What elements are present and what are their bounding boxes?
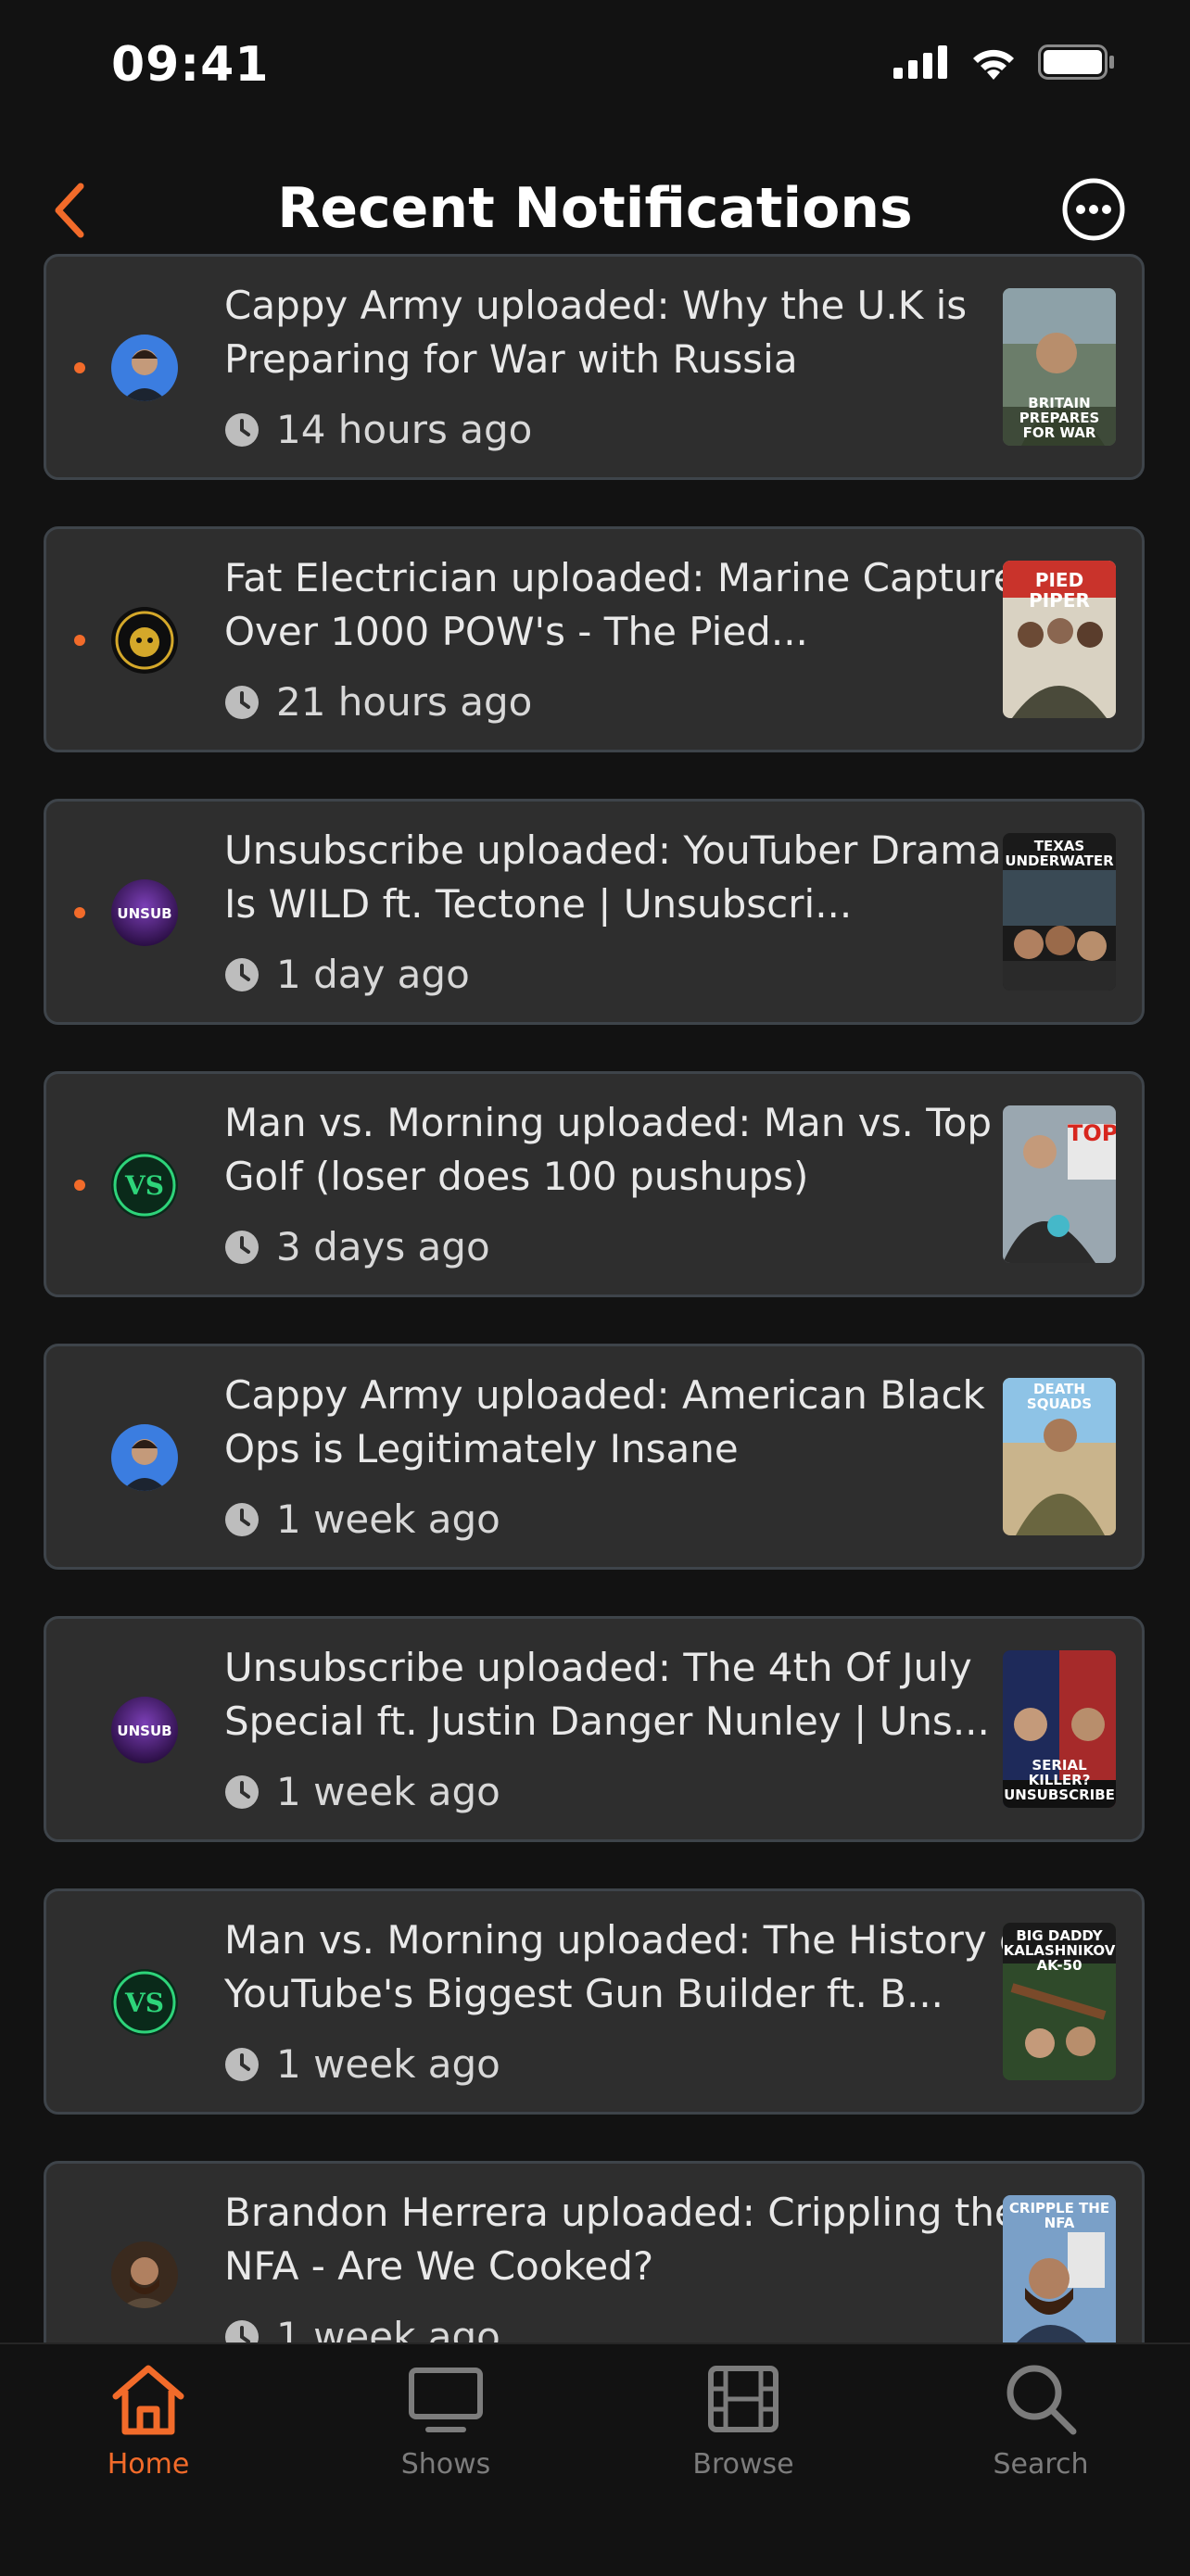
clock-icon (225, 1774, 259, 1809)
tab-home[interactable]: Home (56, 2357, 241, 2481)
svg-text:UNSUB: UNSUB (117, 1723, 171, 1739)
notifications-list[interactable]: Cappy Army uploaded: Why the U.K is Prep… (0, 250, 1190, 2342)
svg-text:VS: VS (124, 1988, 164, 2018)
clock-icon (225, 957, 259, 991)
notification-title: Cappy Army uploaded: American Black Ops … (224, 1372, 985, 1471)
notification-title: Man vs. Morning uploaded: Man vs. Top Go… (224, 1100, 993, 1199)
notification-title: Brandon Herrera uploaded: Crippling the … (224, 2190, 1019, 2289)
video-thumbnail[interactable]: PIED PIPER (1003, 561, 1116, 718)
notification-card[interactable]: Cappy Army uploaded: American Black Ops … (44, 1344, 1145, 1570)
tab-browse[interactable]: Browse (651, 2357, 836, 2481)
unread-indicator (74, 635, 85, 646)
clock-icon (225, 1502, 259, 1536)
cellular-signal-icon (893, 45, 947, 79)
notification-time: 1 day ago (224, 952, 470, 997)
notification-time: 21 hours ago (224, 679, 532, 725)
wifi-icon (973, 49, 1014, 80)
notification-title: Man vs. Morning uploaded: The History of… (224, 1917, 1037, 2016)
channel-avatar: VS (111, 1969, 178, 2036)
more-options-button[interactable] (1049, 165, 1138, 254)
home-icon (112, 2365, 184, 2435)
tab-label: Search (993, 2448, 1089, 2481)
film-icon (708, 2366, 779, 2432)
notification-card[interactable]: VS Man vs. Morning uploaded: Man vs. Top… (44, 1071, 1145, 1297)
clock-icon (225, 2319, 259, 2342)
tab-search[interactable]: Search (948, 2357, 1133, 2481)
video-thumbnail[interactable]: CRIPPLE THE NFA (1003, 2195, 1116, 2342)
notification-title: Unsubscribe uploaded: The 4th Of July Sp… (224, 1645, 990, 1744)
status-bar: 09:41 (0, 0, 1190, 139)
notification-time: 1 week ago (224, 2041, 500, 2087)
video-thumbnail[interactable]: TEXAS UNDERWATER (1003, 833, 1116, 991)
notification-card[interactable]: Brandon Herrera uploaded: Crippling the … (44, 2161, 1145, 2342)
video-thumbnail[interactable]: BIG DADDY KALASHNIKOV AK-50 (1003, 1923, 1116, 2080)
svg-text:VS: VS (124, 1170, 164, 1201)
video-thumbnail[interactable]: BRITAIN PREPARES FOR WAR (1003, 288, 1116, 446)
notification-time: 1 week ago (224, 1769, 500, 1814)
search-icon (1006, 2365, 1077, 2435)
notification-card[interactable]: Fat Electrician uploaded: Marine Capture… (44, 526, 1145, 752)
clock-icon (225, 1230, 259, 1264)
notification-time: 3 days ago (224, 1224, 490, 1269)
channel-avatar: UNSUB (111, 1697, 178, 1763)
notification-card[interactable]: Cappy Army uploaded: Why the U.K is Prep… (44, 254, 1145, 480)
tab-bar: Home Shows Browse Search (0, 2342, 1190, 2576)
channel-avatar (111, 607, 178, 674)
clock-icon (225, 412, 259, 447)
channel-avatar (111, 1424, 178, 1491)
channel-avatar: UNSUB (111, 879, 178, 946)
notification-title: Unsubscribe uploaded: YouTuber Drama Is … (224, 827, 1002, 927)
video-thumbnail[interactable]: DEATH SQUADS (1003, 1378, 1116, 1535)
notification-card[interactable]: VS Man vs. Morning uploaded: The History… (44, 1888, 1145, 2115)
notification-time: 1 week ago (224, 2314, 500, 2342)
monitor-icon (409, 2368, 483, 2432)
notification-title: Fat Electrician uploaded: Marine Capture… (224, 555, 1038, 654)
channel-avatar (111, 335, 178, 401)
status-time: 09:41 (111, 37, 270, 93)
channel-avatar (111, 2241, 178, 2308)
channel-avatar: VS (111, 1152, 178, 1219)
svg-text:UNSUB: UNSUB (117, 905, 171, 922)
unread-indicator (74, 1180, 85, 1191)
more-options-icon (1062, 178, 1125, 241)
unread-indicator (74, 907, 85, 918)
clock-icon (225, 2047, 259, 2081)
tab-label: Shows (400, 2448, 491, 2481)
tab-label: Browse (692, 2448, 794, 2481)
notification-card[interactable]: UNSUB Unsubscribe uploaded: YouTuber Dra… (44, 799, 1145, 1025)
notification-time: 1 week ago (224, 1496, 500, 1542)
status-icons (893, 44, 1116, 80)
notification-title: Cappy Army uploaded: Why the U.K is Prep… (224, 283, 968, 382)
video-thumbnail[interactable]: TOP (1003, 1105, 1116, 1263)
tab-shows[interactable]: Shows (353, 2357, 538, 2481)
video-thumbnail[interactable]: SERIAL KILLER? UNSUBSCRIBE (1003, 1650, 1116, 1808)
battery-icon (1038, 44, 1114, 80)
unread-indicator (74, 362, 85, 373)
notification-time: 14 hours ago (224, 407, 532, 452)
tab-label: Home (107, 2448, 190, 2481)
clock-icon (225, 685, 259, 719)
notification-card[interactable]: UNSUB Unsubscribe uploaded: The 4th Of J… (44, 1616, 1145, 1842)
